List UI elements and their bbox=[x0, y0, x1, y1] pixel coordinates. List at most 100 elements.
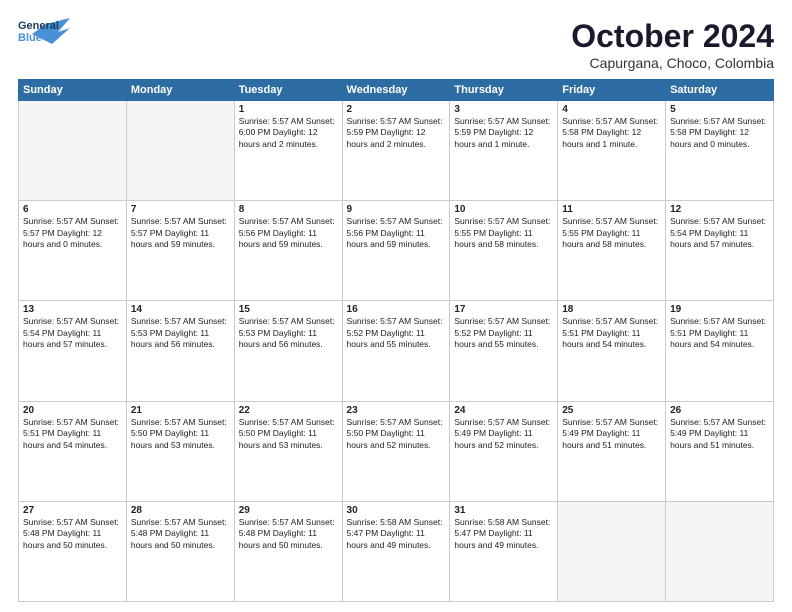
day-cell: 22Sunrise: 5:57 AM Sunset: 5:50 PM Dayli… bbox=[234, 401, 342, 501]
day-number: 9 bbox=[347, 204, 446, 215]
day-number: 15 bbox=[239, 304, 338, 315]
day-number: 6 bbox=[23, 204, 122, 215]
day-cell: 16Sunrise: 5:57 AM Sunset: 5:52 PM Dayli… bbox=[342, 301, 450, 401]
day-header-tuesday: Tuesday bbox=[234, 80, 342, 101]
day-cell: 15Sunrise: 5:57 AM Sunset: 5:53 PM Dayli… bbox=[234, 301, 342, 401]
day-cell: 28Sunrise: 5:57 AM Sunset: 5:48 PM Dayli… bbox=[126, 501, 234, 601]
day-cell: 29Sunrise: 5:57 AM Sunset: 5:48 PM Dayli… bbox=[234, 501, 342, 601]
day-cell: 10Sunrise: 5:57 AM Sunset: 5:55 PM Dayli… bbox=[450, 201, 558, 301]
day-number: 22 bbox=[239, 405, 338, 416]
cell-info: Sunrise: 5:57 AM Sunset: 5:53 PM Dayligh… bbox=[131, 316, 230, 350]
day-header-monday: Monday bbox=[126, 80, 234, 101]
cell-info: Sunrise: 5:57 AM Sunset: 5:55 PM Dayligh… bbox=[562, 216, 661, 250]
page: General Blue October 2024 Capurgana, Cho… bbox=[0, 0, 792, 612]
day-number: 20 bbox=[23, 405, 122, 416]
day-number: 19 bbox=[670, 304, 769, 315]
day-cell: 1Sunrise: 5:57 AM Sunset: 6:00 PM Daylig… bbox=[234, 101, 342, 201]
day-number: 11 bbox=[562, 204, 661, 215]
week-row-5: 27Sunrise: 5:57 AM Sunset: 5:48 PM Dayli… bbox=[19, 501, 774, 601]
day-number: 30 bbox=[347, 505, 446, 516]
title-block: October 2024 Capurgana, Choco, Colombia bbox=[571, 18, 774, 71]
day-cell: 13Sunrise: 5:57 AM Sunset: 5:54 PM Dayli… bbox=[19, 301, 127, 401]
day-cell: 9Sunrise: 5:57 AM Sunset: 5:56 PM Daylig… bbox=[342, 201, 450, 301]
cell-info: Sunrise: 5:57 AM Sunset: 5:56 PM Dayligh… bbox=[347, 216, 446, 250]
day-cell: 24Sunrise: 5:57 AM Sunset: 5:49 PM Dayli… bbox=[450, 401, 558, 501]
cell-info: Sunrise: 5:57 AM Sunset: 5:50 PM Dayligh… bbox=[347, 417, 446, 451]
day-cell bbox=[126, 101, 234, 201]
day-number: 16 bbox=[347, 304, 446, 315]
cell-info: Sunrise: 5:57 AM Sunset: 5:49 PM Dayligh… bbox=[670, 417, 769, 451]
day-number: 2 bbox=[347, 104, 446, 115]
day-number: 18 bbox=[562, 304, 661, 315]
day-cell: 4Sunrise: 5:57 AM Sunset: 5:58 PM Daylig… bbox=[558, 101, 666, 201]
day-cell: 30Sunrise: 5:58 AM Sunset: 5:47 PM Dayli… bbox=[342, 501, 450, 601]
cell-info: Sunrise: 5:57 AM Sunset: 5:58 PM Dayligh… bbox=[562, 116, 661, 150]
week-row-4: 20Sunrise: 5:57 AM Sunset: 5:51 PM Dayli… bbox=[19, 401, 774, 501]
cell-info: Sunrise: 5:57 AM Sunset: 5:52 PM Dayligh… bbox=[347, 316, 446, 350]
cell-info: Sunrise: 5:57 AM Sunset: 5:58 PM Dayligh… bbox=[670, 116, 769, 150]
day-header-wednesday: Wednesday bbox=[342, 80, 450, 101]
day-cell: 8Sunrise: 5:57 AM Sunset: 5:56 PM Daylig… bbox=[234, 201, 342, 301]
cell-info: Sunrise: 5:57 AM Sunset: 5:57 PM Dayligh… bbox=[131, 216, 230, 250]
day-cell: 7Sunrise: 5:57 AM Sunset: 5:57 PM Daylig… bbox=[126, 201, 234, 301]
cell-info: Sunrise: 5:57 AM Sunset: 5:55 PM Dayligh… bbox=[454, 216, 553, 250]
day-cell: 26Sunrise: 5:57 AM Sunset: 5:49 PM Dayli… bbox=[666, 401, 774, 501]
cell-info: Sunrise: 5:57 AM Sunset: 5:53 PM Dayligh… bbox=[239, 316, 338, 350]
day-number: 21 bbox=[131, 405, 230, 416]
logo-blue: Blue bbox=[18, 32, 42, 44]
day-cell: 18Sunrise: 5:57 AM Sunset: 5:51 PM Dayli… bbox=[558, 301, 666, 401]
day-header-thursday: Thursday bbox=[450, 80, 558, 101]
cell-info: Sunrise: 5:57 AM Sunset: 5:48 PM Dayligh… bbox=[239, 517, 338, 551]
cell-info: Sunrise: 5:57 AM Sunset: 5:51 PM Dayligh… bbox=[23, 417, 122, 451]
month-title: October 2024 bbox=[571, 18, 774, 55]
week-row-1: 1Sunrise: 5:57 AM Sunset: 6:00 PM Daylig… bbox=[19, 101, 774, 201]
day-number: 12 bbox=[670, 204, 769, 215]
day-cell: 12Sunrise: 5:57 AM Sunset: 5:54 PM Dayli… bbox=[666, 201, 774, 301]
day-cell: 2Sunrise: 5:57 AM Sunset: 5:59 PM Daylig… bbox=[342, 101, 450, 201]
cell-info: Sunrise: 5:57 AM Sunset: 5:56 PM Dayligh… bbox=[239, 216, 338, 250]
day-number: 5 bbox=[670, 104, 769, 115]
header: General Blue October 2024 Capurgana, Cho… bbox=[18, 18, 774, 71]
day-cell: 25Sunrise: 5:57 AM Sunset: 5:49 PM Dayli… bbox=[558, 401, 666, 501]
cell-info: Sunrise: 5:57 AM Sunset: 5:52 PM Dayligh… bbox=[454, 316, 553, 350]
day-cell: 31Sunrise: 5:58 AM Sunset: 5:47 PM Dayli… bbox=[450, 501, 558, 601]
calendar-table: SundayMondayTuesdayWednesdayThursdayFrid… bbox=[18, 79, 774, 602]
cell-info: Sunrise: 5:57 AM Sunset: 6:00 PM Dayligh… bbox=[239, 116, 338, 150]
day-number: 13 bbox=[23, 304, 122, 315]
day-number: 4 bbox=[562, 104, 661, 115]
day-cell: 27Sunrise: 5:57 AM Sunset: 5:48 PM Dayli… bbox=[19, 501, 127, 601]
logo-general: General bbox=[18, 20, 59, 32]
day-number: 27 bbox=[23, 505, 122, 516]
day-number: 26 bbox=[670, 405, 769, 416]
day-cell: 21Sunrise: 5:57 AM Sunset: 5:50 PM Dayli… bbox=[126, 401, 234, 501]
cell-info: Sunrise: 5:57 AM Sunset: 5:51 PM Dayligh… bbox=[670, 316, 769, 350]
day-cell: 5Sunrise: 5:57 AM Sunset: 5:58 PM Daylig… bbox=[666, 101, 774, 201]
location-title: Capurgana, Choco, Colombia bbox=[571, 55, 774, 71]
cell-info: Sunrise: 5:57 AM Sunset: 5:59 PM Dayligh… bbox=[347, 116, 446, 150]
cell-info: Sunrise: 5:58 AM Sunset: 5:47 PM Dayligh… bbox=[347, 517, 446, 551]
day-number: 29 bbox=[239, 505, 338, 516]
day-number: 31 bbox=[454, 505, 553, 516]
cell-info: Sunrise: 5:57 AM Sunset: 5:48 PM Dayligh… bbox=[23, 517, 122, 551]
day-cell: 20Sunrise: 5:57 AM Sunset: 5:51 PM Dayli… bbox=[19, 401, 127, 501]
day-number: 23 bbox=[347, 405, 446, 416]
week-row-3: 13Sunrise: 5:57 AM Sunset: 5:54 PM Dayli… bbox=[19, 301, 774, 401]
day-cell bbox=[558, 501, 666, 601]
day-cell: 6Sunrise: 5:57 AM Sunset: 5:57 PM Daylig… bbox=[19, 201, 127, 301]
day-cell: 19Sunrise: 5:57 AM Sunset: 5:51 PM Dayli… bbox=[666, 301, 774, 401]
day-cell: 14Sunrise: 5:57 AM Sunset: 5:53 PM Dayli… bbox=[126, 301, 234, 401]
day-cell bbox=[666, 501, 774, 601]
cell-info: Sunrise: 5:57 AM Sunset: 5:50 PM Dayligh… bbox=[239, 417, 338, 451]
header-row: SundayMondayTuesdayWednesdayThursdayFrid… bbox=[19, 80, 774, 101]
cell-info: Sunrise: 5:58 AM Sunset: 5:47 PM Dayligh… bbox=[454, 517, 553, 551]
day-cell bbox=[19, 101, 127, 201]
day-cell: 3Sunrise: 5:57 AM Sunset: 5:59 PM Daylig… bbox=[450, 101, 558, 201]
day-number: 14 bbox=[131, 304, 230, 315]
cell-info: Sunrise: 5:57 AM Sunset: 5:59 PM Dayligh… bbox=[454, 116, 553, 150]
day-cell: 11Sunrise: 5:57 AM Sunset: 5:55 PM Dayli… bbox=[558, 201, 666, 301]
cell-info: Sunrise: 5:57 AM Sunset: 5:51 PM Dayligh… bbox=[562, 316, 661, 350]
day-header-sunday: Sunday bbox=[19, 80, 127, 101]
cell-info: Sunrise: 5:57 AM Sunset: 5:57 PM Dayligh… bbox=[23, 216, 122, 250]
day-number: 3 bbox=[454, 104, 553, 115]
cell-info: Sunrise: 5:57 AM Sunset: 5:54 PM Dayligh… bbox=[670, 216, 769, 250]
